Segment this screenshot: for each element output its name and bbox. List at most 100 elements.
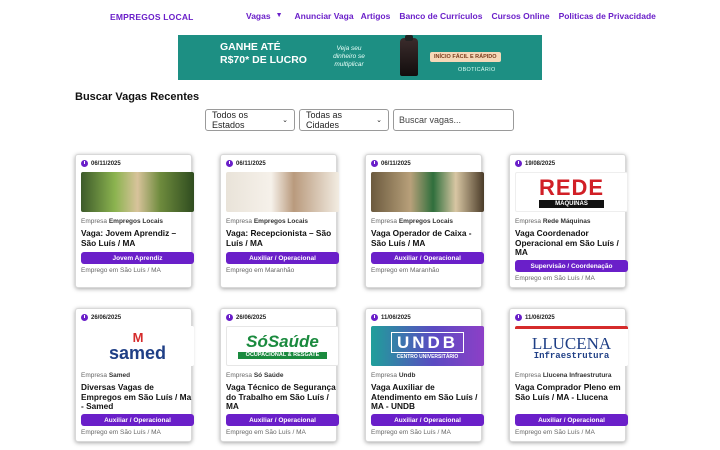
section-title: Buscar Vagas Recentes bbox=[75, 91, 200, 103]
clock-icon bbox=[371, 160, 378, 167]
llucena-logo: LLUCENA Infraestrutura bbox=[515, 329, 628, 366]
company-prefix: Empresa bbox=[226, 218, 253, 225]
state-select[interactable]: Todos os Estados ⌄ bbox=[205, 109, 295, 131]
job-date: 26/06/2025 bbox=[81, 314, 121, 321]
job-thumbnail[interactable]: REDE MÁQUINAS bbox=[515, 172, 628, 212]
logo-text: samed bbox=[108, 342, 167, 363]
ad-brand: OBOTICÁRIO bbox=[458, 67, 496, 73]
company-name: Empregos Locais bbox=[398, 218, 454, 225]
clock-icon bbox=[515, 314, 522, 321]
ad-banner[interactable]: GANHE ATÉ R$70* DE LUCRO Veja seu dinhei… bbox=[178, 35, 542, 80]
samed-logo: M samed bbox=[81, 326, 194, 366]
job-category-badge[interactable]: Auxiliar / Operacional bbox=[81, 414, 194, 426]
job-filters: Todos os Estados ⌄ Todas as Cidades ⌄ bbox=[205, 109, 514, 131]
job-thumbnail[interactable] bbox=[371, 172, 484, 212]
main-menu: Vagas ▼ Anunciar Vaga Artigos Banco de Cu… bbox=[246, 11, 656, 21]
company-name: Undb bbox=[398, 372, 416, 379]
job-company: Empresa Empregos Locais bbox=[371, 218, 453, 225]
clock-icon bbox=[81, 160, 88, 167]
logo-text: REDE bbox=[538, 174, 605, 200]
job-search-input[interactable] bbox=[393, 109, 514, 131]
ad-headline: GANHE ATÉ R$70* DE LUCRO bbox=[220, 41, 307, 66]
job-category-badge[interactable]: Auxiliar / Operacional bbox=[226, 414, 339, 426]
job-thumbnail[interactable]: LLUCENA Infraestrutura bbox=[515, 326, 628, 366]
job-card[interactable]: 19/08/2025 REDE MÁQUINAS Empresa Rede Má… bbox=[509, 154, 628, 288]
job-category-badge[interactable]: Auxiliar / Operacional bbox=[226, 252, 339, 264]
nav-anunciar-vaga[interactable]: Anunciar Vaga bbox=[295, 11, 354, 21]
company-prefix: Empresa bbox=[371, 218, 398, 225]
job-card[interactable]: 06/11/2025 Empresa Empregos Locais Vaga … bbox=[365, 154, 484, 288]
job-title[interactable]: Vaga Comprador Pleno em São Luís / MA - … bbox=[515, 382, 627, 402]
job-category-badge[interactable]: Auxiliar / Operacional bbox=[371, 252, 484, 264]
ad-tagline: Veja seu dinheiro se multiplicar bbox=[333, 45, 365, 68]
company-name: Samed bbox=[108, 372, 131, 379]
logo-subtext: CENTRO UNIVERSITÁRIO bbox=[396, 354, 459, 360]
job-category-badge[interactable]: Jovem Aprendiz bbox=[81, 252, 194, 264]
job-thumbnail[interactable]: SóSaúde OCUPACIONAL & RESGATE bbox=[226, 326, 339, 366]
job-title[interactable]: Diversas Vagas de Empregos em São Luís /… bbox=[81, 382, 193, 412]
clock-icon bbox=[226, 160, 233, 167]
job-category-badge[interactable]: Auxiliar / Operacional bbox=[515, 414, 628, 426]
job-location: Emprego em São Luís / MA bbox=[515, 275, 595, 282]
cashier-photo bbox=[371, 172, 484, 212]
company-prefix: Empresa bbox=[81, 218, 108, 225]
job-location: Emprego em São Luís / MA bbox=[226, 429, 306, 436]
perfume-bottle-image bbox=[400, 35, 418, 76]
job-location: Emprego em Maranhão bbox=[371, 267, 440, 274]
logo-subtext: Infraestrutura bbox=[533, 350, 610, 361]
job-date: 26/06/2025 bbox=[226, 314, 266, 321]
job-card[interactable]: 26/06/2025 SóSaúde OCUPACIONAL & RESGATE… bbox=[220, 308, 339, 442]
job-title[interactable]: Vaga Auxiliar de Atendimento em São Luís… bbox=[371, 382, 483, 412]
logo-subtext: MÁQUINAS bbox=[539, 199, 604, 208]
job-title[interactable]: Vaga Coordenador Operacional em São Luís… bbox=[515, 228, 627, 258]
site-logo[interactable]: EMPREGOS LOCAL bbox=[110, 12, 194, 22]
job-thumbnail[interactable]: UNDB CENTRO UNIVERSITÁRIO bbox=[371, 326, 484, 366]
job-card[interactable]: 06/11/2025 Empresa Empregos Locais Vaga:… bbox=[220, 154, 339, 288]
chevron-down-icon: ⌄ bbox=[282, 117, 288, 124]
job-title[interactable]: Vaga: Recepcionista – São Luís / MA bbox=[226, 228, 338, 248]
company-prefix: Empresa bbox=[371, 372, 398, 379]
company-name: Empregos Locais bbox=[253, 218, 309, 225]
job-title[interactable]: Vaga: Jovem Aprendiz – São Luís / MA bbox=[81, 228, 193, 248]
clock-icon bbox=[515, 160, 522, 167]
job-card[interactable]: 11/06/2025 LLUCENA Infraestrutura Empres… bbox=[509, 308, 628, 442]
nav-artigos[interactable]: Artigos bbox=[361, 11, 391, 21]
company-prefix: Empresa bbox=[515, 372, 542, 379]
job-thumbnail[interactable] bbox=[81, 172, 194, 212]
top-navigation: EMPREGOS LOCAL Vagas ▼ Anunciar Vaga Arti… bbox=[0, 0, 720, 32]
job-company: Empresa Só Saúde bbox=[226, 372, 283, 379]
nav-banco-de-curriculos[interactable]: Banco de Currículos bbox=[399, 11, 482, 21]
job-date: 11/06/2025 bbox=[371, 314, 411, 321]
job-title[interactable]: Vaga Técnico de Segurança do Trabalho em… bbox=[226, 382, 338, 412]
nav-vagas[interactable]: Vagas ▼ bbox=[246, 11, 283, 21]
job-location: Emprego em São Luís / MA bbox=[371, 429, 451, 436]
samed-mark: M bbox=[132, 329, 144, 345]
nav-politicas-de-privacidade[interactable]: Politicas de Privacidade bbox=[559, 11, 656, 21]
job-card[interactable]: 06/11/2025 Empresa Empregos Locais Vaga:… bbox=[75, 154, 194, 288]
so-saude-logo: SóSaúde OCUPACIONAL & RESGATE bbox=[227, 327, 338, 365]
job-thumbnail[interactable]: M samed bbox=[81, 326, 194, 366]
job-card[interactable]: 11/06/2025 UNDB CENTRO UNIVERSITÁRIO Emp… bbox=[365, 308, 484, 442]
job-thumbnail[interactable] bbox=[226, 172, 339, 212]
ad-cta-button[interactable]: INÍCIO FÁCIL E RÁPIDO bbox=[430, 52, 501, 62]
job-location: Emprego em São Luís / MA bbox=[81, 429, 161, 436]
company-name: Empregos Locais bbox=[108, 218, 164, 225]
city-select-value: Todas as Cidades bbox=[306, 110, 343, 130]
nav-vagas-label: Vagas bbox=[246, 11, 271, 21]
job-company: Empresa Rede Máquinas bbox=[515, 218, 591, 225]
job-category-badge[interactable]: Supervisão / Coordenação bbox=[515, 260, 628, 272]
job-date: 06/11/2025 bbox=[81, 160, 121, 167]
job-company: Empresa Llucena Infraestrutura bbox=[515, 372, 611, 379]
state-select-value: Todos os Estados bbox=[212, 110, 249, 130]
company-name: Rede Máquinas bbox=[542, 218, 591, 225]
job-date-text: 19/08/2025 bbox=[525, 160, 556, 167]
job-title[interactable]: Vaga Operador de Caixa - São Luís / MA bbox=[371, 228, 483, 248]
chevron-down-icon: ▼ bbox=[275, 11, 283, 19]
city-select[interactable]: Todas as Cidades ⌄ bbox=[299, 109, 389, 131]
job-card[interactable]: 26/06/2025 M samed Empresa Samed Diversa… bbox=[75, 308, 194, 442]
job-date-text: 11/06/2025 bbox=[525, 314, 555, 321]
nav-cursos-online[interactable]: Cursos Online bbox=[491, 11, 549, 21]
job-date: 06/11/2025 bbox=[371, 160, 411, 167]
students-photo bbox=[81, 172, 194, 212]
job-category-badge[interactable]: Auxiliar / Operacional bbox=[371, 414, 484, 426]
